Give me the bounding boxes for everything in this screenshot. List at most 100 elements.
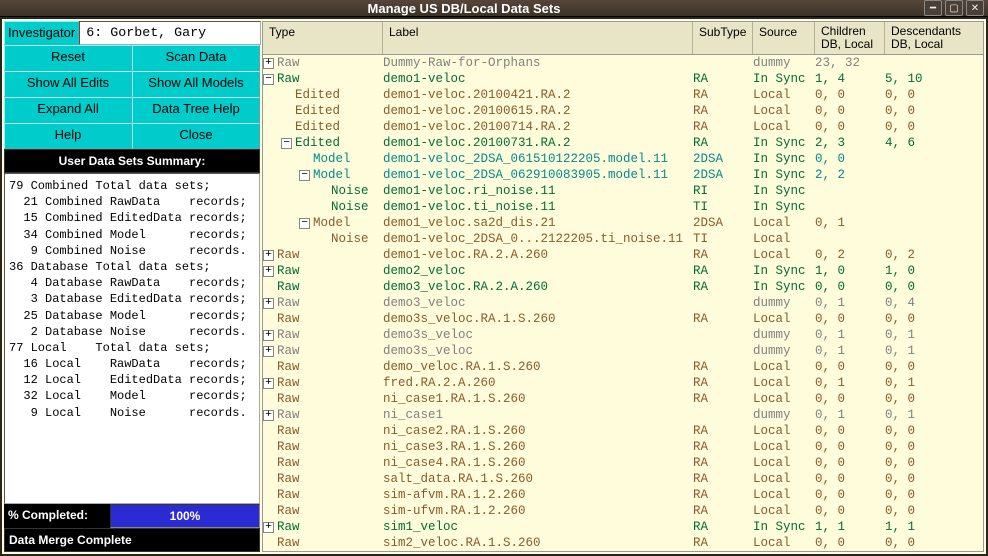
row-children: 0, 0	[815, 151, 885, 167]
tree-row[interactable]: Rawdemo3s_veloc.RA.1.S.260RALocal0, 00, …	[263, 311, 983, 327]
col-children[interactable]: Children DB, Local	[815, 22, 885, 54]
tree-row[interactable]: Rawsim-ufvm.RA.1.2.260RALocal0, 00, 0	[263, 503, 983, 519]
tree-row[interactable]: Rawni_case1.RA.1.S.260RALocal0, 00, 0	[263, 391, 983, 407]
tree-row[interactable]: +Rawfred.RA.2.A.260RALocal0, 10, 1	[263, 375, 983, 391]
col-descendants[interactable]: Descendants DB, Local	[885, 22, 983, 54]
expand-icon[interactable]: +	[263, 330, 274, 341]
investigator-field[interactable]	[79, 21, 261, 45]
close-button[interactable]: Close	[132, 123, 260, 149]
row-source: Local	[753, 471, 815, 487]
tree-body[interactable]: +RawDummy-Raw-for-Orphansdummy23, 32−Raw…	[263, 55, 983, 551]
row-source: Local	[753, 231, 815, 247]
tree-row[interactable]: −Rawdemo1-velocRAIn Sync1, 45, 10	[263, 71, 983, 87]
expand-icon[interactable]: +	[263, 58, 274, 69]
tree-row[interactable]: Rawdemo_veloc.RA.1.S.260RALocal0, 00, 0	[263, 359, 983, 375]
row-label: demo1-veloc_2DSA_0...2122205.ti_noise.11	[383, 231, 693, 247]
close-icon[interactable]: ✕	[966, 0, 984, 16]
tree-row[interactable]: +Rawdemo3s_velocdummy0, 10, 1	[263, 343, 983, 359]
expand-icon[interactable]: +	[263, 346, 274, 357]
row-type: Raw	[277, 455, 300, 471]
expand-icon[interactable]: +	[263, 250, 274, 261]
row-label: demo1-veloc.ri_noise.11	[383, 183, 693, 199]
col-subtype[interactable]: SubType	[693, 22, 753, 54]
row-type: Raw	[277, 503, 300, 519]
row-children: 1, 4	[815, 71, 885, 87]
summary-text[interactable]: 79 Combined Total data sets; 21 Combined…	[4, 173, 260, 504]
col-label[interactable]: Label	[383, 22, 693, 54]
tree-row[interactable]: Rawsalt_data.RA.1.S.260RALocal0, 00, 0	[263, 471, 983, 487]
tree-row[interactable]: −Modeldemo1-veloc_2DSA_062910083905.mode…	[263, 167, 983, 183]
reset-button[interactable]: Reset	[4, 45, 132, 71]
row-children: 0, 1	[815, 375, 885, 391]
collapse-icon[interactable]: −	[263, 74, 274, 85]
expand-icon[interactable]: +	[263, 298, 274, 309]
tree-row[interactable]: Editeddemo1-veloc.20100714.RA.2RALocal0,…	[263, 119, 983, 135]
row-source: In Sync	[753, 151, 815, 167]
row-label: ni_case3.RA.1.S.260	[383, 439, 693, 455]
row-label: salt_data.RA.1.S.260	[383, 471, 693, 487]
tree-row[interactable]: Noisedemo1-veloc.ti_noise.11TIIn Sync	[263, 199, 983, 215]
row-subtype: RA	[693, 247, 753, 263]
collapse-icon[interactable]: −	[299, 218, 310, 229]
row-label: ni_case1.RA.1.S.260	[383, 391, 693, 407]
row-descendants	[885, 167, 983, 183]
tree-row[interactable]: +Rawdemo3_velocdummy0, 10, 4	[263, 295, 983, 311]
collapse-icon[interactable]: −	[281, 138, 292, 149]
show-all-models-button[interactable]: Show All Models	[132, 71, 260, 97]
scan-data-button[interactable]: Scan Data	[132, 45, 260, 71]
tree-row[interactable]: +RawDummy-Raw-for-Orphansdummy23, 32	[263, 55, 983, 71]
col-source[interactable]: Source	[753, 22, 815, 54]
row-children	[815, 199, 885, 215]
row-children: 2, 2	[815, 167, 885, 183]
collapse-icon[interactable]: −	[299, 170, 310, 181]
titlebar[interactable]: Manage US DB/Local Data Sets ━ ▢ ✕	[0, 0, 988, 17]
tree-row[interactable]: +Rawdemo3s_velocdummy0, 10, 1	[263, 327, 983, 343]
row-subtype: RA	[693, 503, 753, 519]
row-subtype: 2DSA	[693, 215, 753, 231]
show-all-edits-button[interactable]: Show All Edits	[4, 71, 132, 97]
tree-row[interactable]: Rawsim-afvm.RA.1.2.260RALocal0, 00, 0	[263, 487, 983, 503]
expand-icon[interactable]: +	[263, 266, 274, 277]
expand-all-button[interactable]: Expand All	[4, 97, 132, 123]
row-type: Raw	[277, 391, 300, 407]
expand-icon[interactable]: +	[263, 410, 274, 421]
progress-row: % Completed: 100%	[4, 504, 260, 528]
minimize-icon[interactable]: ━	[924, 0, 942, 16]
tree-row[interactable]: +Rawni_case1dummy0, 10, 1	[263, 407, 983, 423]
expand-icon[interactable]: +	[263, 378, 274, 389]
tree-row[interactable]: Editeddemo1-veloc.20100615.RA.2RALocal0,…	[263, 103, 983, 119]
tree-row[interactable]: +Rawdemo1-veloc.RA.2.A.260RALocal0, 20, …	[263, 247, 983, 263]
tree-row[interactable]: −Modeldemo1_veloc.sa2d_dis.212DSALocal0,…	[263, 215, 983, 231]
row-subtype: TI	[693, 199, 753, 215]
tree-row[interactable]: +Rawsim1_velocRAIn Sync1, 11, 1	[263, 519, 983, 535]
row-children: 0, 1	[815, 327, 885, 343]
col-type[interactable]: Type	[263, 22, 383, 54]
row-subtype: RI	[693, 183, 753, 199]
tree-row[interactable]: +Rawdemo2_velocRAIn Sync1, 01, 0	[263, 263, 983, 279]
row-subtype: RA	[693, 471, 753, 487]
row-label: sim2_veloc.RA.1.S.260	[383, 535, 693, 551]
maximize-icon[interactable]: ▢	[945, 0, 963, 16]
tree-row[interactable]: Noisedemo1-veloc.ri_noise.11RIIn Sync	[263, 183, 983, 199]
row-descendants: 0, 2	[885, 247, 983, 263]
row-descendants: 0, 0	[885, 119, 983, 135]
tree-row[interactable]: Modeldemo1-veloc_2DSA_061510122205.model…	[263, 151, 983, 167]
tree-row[interactable]: Noisedemo1-veloc_2DSA_0...2122205.ti_noi…	[263, 231, 983, 247]
expand-icon[interactable]: +	[263, 522, 274, 533]
investigator-button[interactable]: Investigator	[4, 21, 79, 45]
tree-row[interactable]: Rawdemo3_veloc.RA.2.A.260RAIn Sync0, 00,…	[263, 279, 983, 295]
tree-row[interactable]: Rawni_case4.RA.1.S.260RALocal0, 00, 0	[263, 455, 983, 471]
data-tree-help-button[interactable]: Data Tree Help	[132, 97, 260, 123]
tree-row[interactable]: Rawsim2_veloc.RA.1.S.260RALocal0, 00, 0	[263, 535, 983, 551]
tree-row[interactable]: −Editeddemo1-veloc.20100731.RA.2RAIn Syn…	[263, 135, 983, 151]
tree-row[interactable]: Editeddemo1-veloc.20100421.RA.2RALocal0,…	[263, 87, 983, 103]
row-source: Local	[753, 119, 815, 135]
help-button[interactable]: Help	[4, 123, 132, 149]
row-source: In Sync	[753, 167, 815, 183]
row-source: In Sync	[753, 183, 815, 199]
row-descendants: 5, 10	[885, 71, 983, 87]
row-type: Raw	[277, 263, 300, 279]
row-subtype: RA	[693, 359, 753, 375]
tree-row[interactable]: Rawni_case3.RA.1.S.260RALocal0, 00, 0	[263, 439, 983, 455]
tree-row[interactable]: Rawni_case2.RA.1.S.260RALocal0, 00, 0	[263, 423, 983, 439]
